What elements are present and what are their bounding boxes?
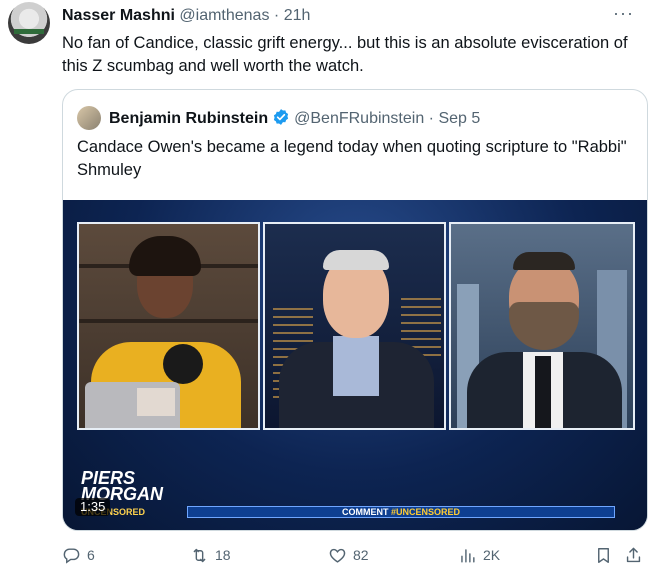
bookmark-icon — [598, 547, 609, 563]
tweet-text: No fan of Candice, classic grift energy.… — [62, 34, 628, 75]
quoted-avatar[interactable] — [77, 106, 101, 130]
quoted-tweet[interactable]: Benjamin Rubinstein @BenFRubinstein · Sep… — [62, 89, 648, 531]
video-panel-right — [449, 222, 635, 430]
tweet-header: Nasser Mashni @iamthenas · 21h — [62, 6, 310, 26]
more-horizontal-icon[interactable]: ··· — [613, 4, 634, 22]
retweet-button[interactable]: 18 — [190, 543, 231, 567]
heart-icon — [329, 548, 346, 563]
lower-third-bar: COMMENT #UNCENSORED — [187, 506, 615, 518]
reply-count: 6 — [87, 547, 95, 563]
video-panel-center — [263, 222, 446, 430]
bookmark-button[interactable] — [594, 543, 619, 567]
action-bar: 6 18 82 2K — [62, 543, 646, 567]
separator-dot: · — [428, 110, 434, 127]
tweet: Nasser Mashni @iamthenas · 21h ··· No fa… — [0, 0, 652, 572]
lower-third-comment: COMMENT — [341, 507, 389, 517]
views-button[interactable]: 2K — [458, 543, 500, 567]
like-button[interactable]: 82 — [328, 543, 369, 567]
analytics-icon — [461, 548, 475, 563]
quoted-date[interactable]: Sep 5 — [438, 110, 480, 127]
avatar[interactable] — [8, 2, 50, 44]
separator-dot: · — [273, 7, 280, 24]
quoted-handle[interactable]: @BenFRubinstein — [294, 110, 424, 127]
lower-third-hashtag: #UNCENSORED — [391, 507, 461, 517]
author-handle[interactable]: @iamthenas — [179, 7, 269, 24]
quoted-author-name[interactable]: Benjamin Rubinstein — [109, 110, 268, 127]
reply-icon — [63, 547, 80, 564]
tweet-timestamp[interactable]: 21h — [284, 7, 311, 24]
retweet-count: 18 — [215, 547, 231, 563]
quoted-text: Candace Owen's became a legend today whe… — [77, 138, 627, 179]
video-player[interactable]: PIERS MORGAN UNCENSORED COMMENT #UNCENSO… — [63, 200, 647, 530]
retweet-icon — [193, 548, 206, 562]
video-duration: 1:35 — [75, 498, 111, 516]
share-icon — [626, 547, 641, 562]
quoted-header: Benjamin Rubinstein @BenFRubinstein · Sep… — [109, 108, 480, 129]
verified-badge-icon — [272, 108, 290, 126]
author-name[interactable]: Nasser Mashni — [62, 7, 175, 24]
share-button[interactable] — [624, 543, 649, 567]
reply-button[interactable]: 6 — [62, 543, 95, 567]
like-count: 82 — [353, 547, 369, 563]
video-panel-left — [77, 222, 260, 430]
view-count: 2K — [483, 547, 501, 563]
